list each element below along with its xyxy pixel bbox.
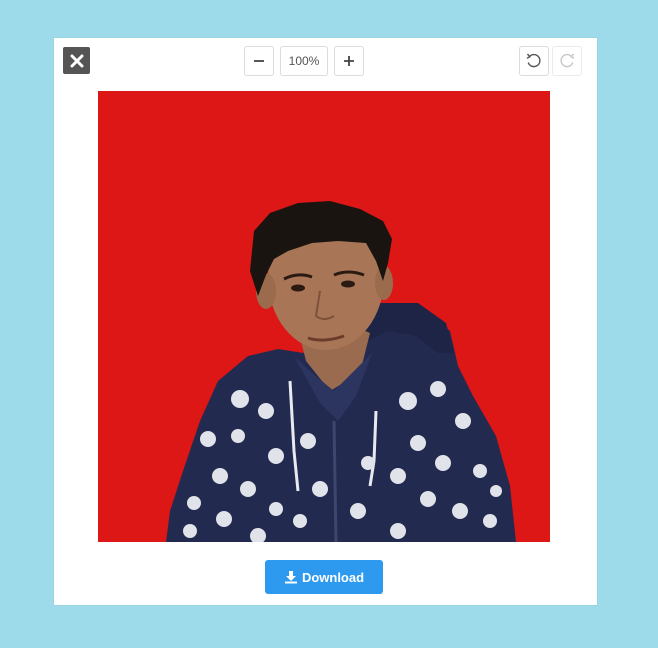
undo-button[interactable] xyxy=(519,46,549,76)
minus-icon xyxy=(254,60,264,62)
image-editor-modal: 100% Download xyxy=(54,38,597,605)
plus-icon xyxy=(344,56,354,66)
history-controls xyxy=(519,46,582,76)
portrait-photo xyxy=(98,91,550,542)
rotate-left-icon xyxy=(526,53,541,68)
download-button[interactable]: Download xyxy=(265,560,383,594)
close-button[interactable] xyxy=(63,47,90,74)
zoom-out-button[interactable] xyxy=(244,46,274,76)
zoom-level: 100% xyxy=(280,46,328,76)
download-icon xyxy=(284,571,297,584)
redo-button[interactable] xyxy=(552,46,582,76)
rotate-right-icon xyxy=(560,53,575,68)
photo-preview xyxy=(98,91,550,542)
close-icon xyxy=(70,54,83,67)
zoom-in-button[interactable] xyxy=(334,46,364,76)
download-label: Download xyxy=(301,569,365,585)
zoom-controls: 100% xyxy=(244,46,364,76)
